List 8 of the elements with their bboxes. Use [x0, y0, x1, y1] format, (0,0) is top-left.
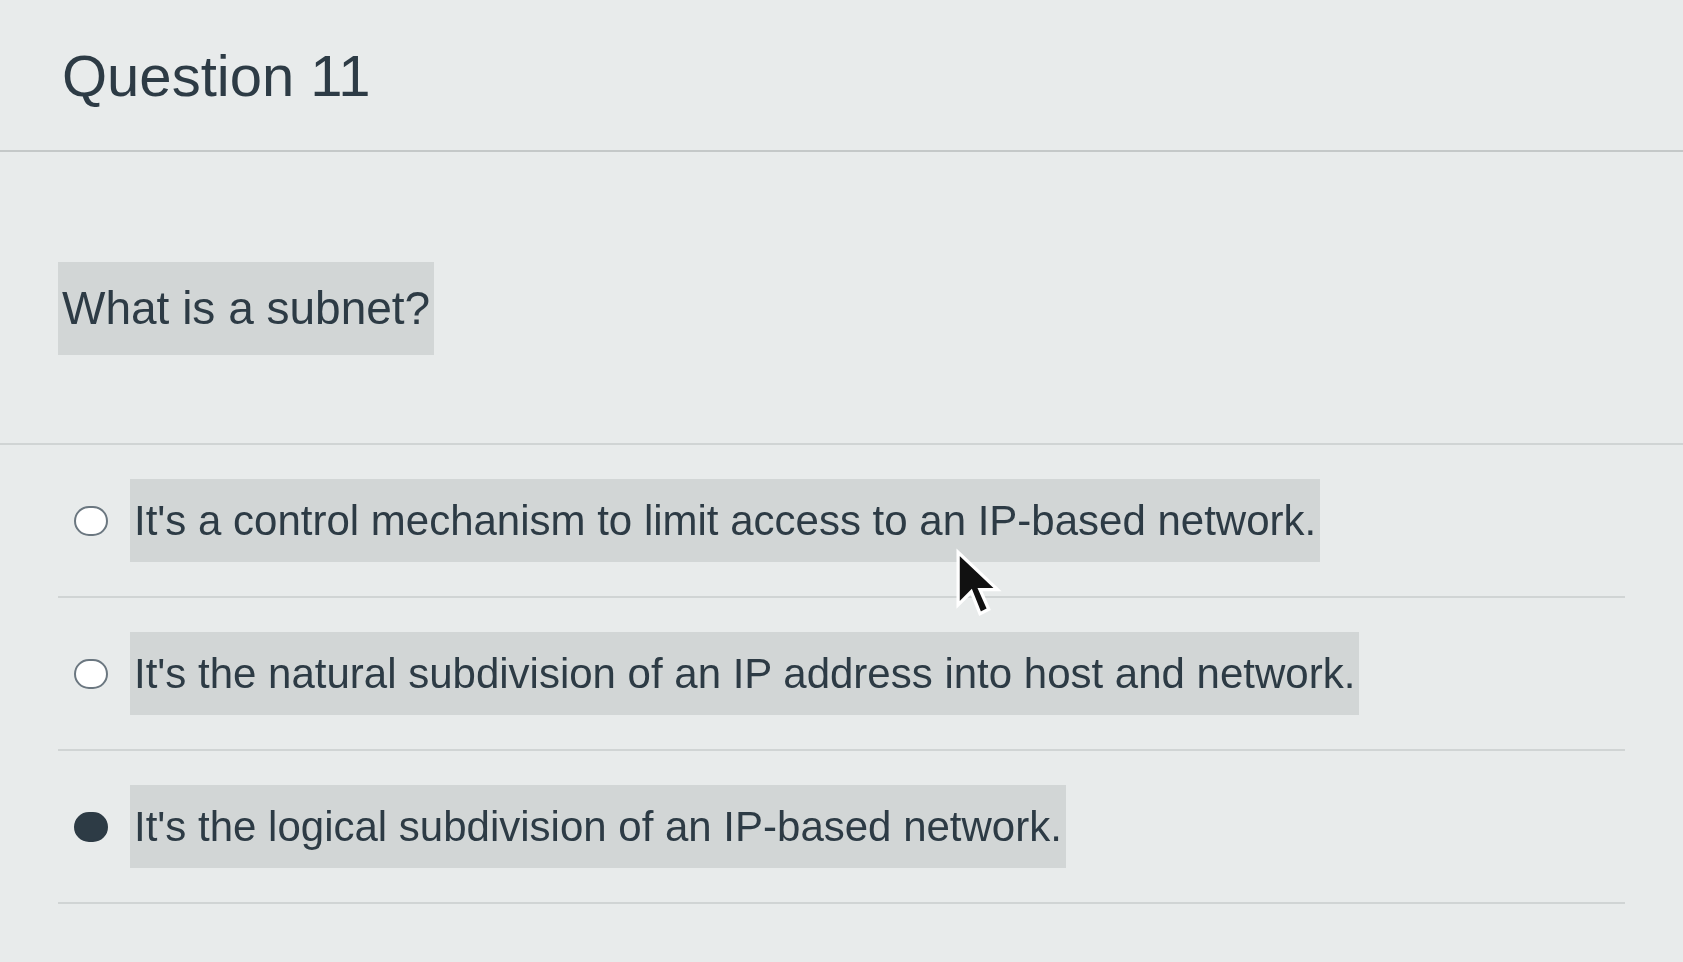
question-title: Question 11	[62, 41, 371, 110]
question-text: What is a subnet?	[58, 262, 435, 355]
answer-option[interactable]: It's the natural subdivision of an IP address into host and network.	[130, 632, 1360, 715]
radio-button[interactable]	[74, 658, 108, 689]
answer-option[interactable]: It's a control mechanism to limit access to an IP-based network.	[130, 479, 1321, 562]
radio-button[interactable]	[74, 505, 108, 536]
radio-button[interactable]	[74, 811, 108, 842]
answer-option[interactable]: It's the logical subdivision of an IP-based network.	[130, 785, 1066, 868]
